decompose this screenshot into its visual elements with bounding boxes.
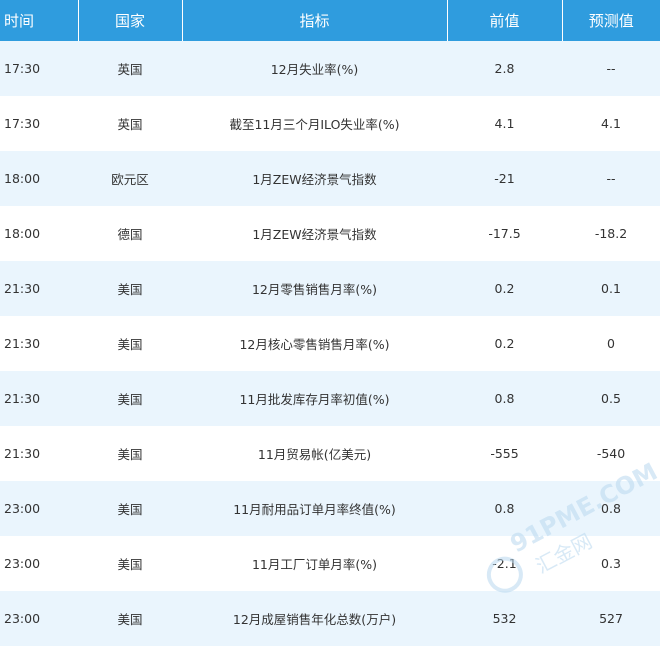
cell-country: 美国 (78, 261, 182, 316)
cell-time: 21:30 (0, 261, 78, 316)
table-row: 23:00 美国 12月成屋销售年化总数(万户) 532 527 (0, 591, 660, 646)
cell-country: 美国 (78, 316, 182, 371)
cell-time: 17:30 (0, 96, 78, 151)
cell-country: 美国 (78, 481, 182, 536)
cell-country: 英国 (78, 96, 182, 151)
cell-country: 英国 (78, 41, 182, 96)
cell-time: 23:00 (0, 591, 78, 646)
cell-indicator: 11月耐用品订单月率终值(%) (182, 481, 447, 536)
cell-time: 18:00 (0, 206, 78, 261)
header-previous: 前值 (447, 0, 563, 41)
cell-time: 17:30 (0, 41, 78, 96)
cell-forecast: -540 (562, 426, 660, 481)
cell-time: 21:30 (0, 371, 78, 426)
cell-previous: -555 (447, 426, 562, 481)
cell-indicator: 12月成屋销售年化总数(万户) (182, 591, 447, 646)
cell-previous: 2.8 (447, 41, 562, 96)
cell-forecast: 0.5 (562, 371, 660, 426)
cell-country: 美国 (78, 426, 182, 481)
cell-time: 21:30 (0, 426, 78, 481)
cell-indicator: 截至11月三个月ILO失业率(%) (182, 96, 447, 151)
header-country: 国家 (78, 0, 183, 41)
cell-previous: 0.8 (447, 481, 562, 536)
cell-forecast: -- (562, 151, 660, 206)
table-body: 17:30 英国 12月失业率(%) 2.8 -- 17:30 英国 截至11月三个月ILO失… (0, 41, 660, 646)
cell-indicator: 12月零售销售月率(%) (182, 261, 447, 316)
cell-country: 美国 (78, 591, 182, 646)
cell-indicator: 12月核心零售销售月率(%) (182, 316, 447, 371)
cell-forecast: -- (562, 41, 660, 96)
cell-indicator: 11月贸易帐(亿美元) (182, 426, 447, 481)
cell-time: 23:00 (0, 481, 78, 536)
cell-previous: 0.8 (447, 371, 562, 426)
cell-previous: -21 (447, 151, 562, 206)
cell-forecast: 0.1 (562, 261, 660, 316)
table-row: 21:30 美国 12月核心零售销售月率(%) 0.2 0 (0, 316, 660, 371)
cell-indicator: 1月ZEW经济景气指数 (182, 151, 447, 206)
header-time: 时间 (0, 0, 79, 41)
table-row: 21:30 美国 12月零售销售月率(%) 0.2 0.1 (0, 261, 660, 316)
cell-indicator: 1月ZEW经济景气指数 (182, 206, 447, 261)
cell-country: 美国 (78, 536, 182, 591)
cell-forecast: 0 (562, 316, 660, 371)
table-row: 17:30 英国 截至11月三个月ILO失业率(%) 4.1 4.1 (0, 96, 660, 151)
cell-indicator: 12月失业率(%) (182, 41, 447, 96)
cell-forecast: 0.3 (562, 536, 660, 591)
table-row: 23:00 美国 11月工厂订单月率(%) -2.1 0.3 (0, 536, 660, 591)
header-forecast: 预测值 (562, 0, 660, 41)
cell-country: 欧元区 (78, 151, 182, 206)
cell-forecast: 0.8 (562, 481, 660, 536)
cell-forecast: -18.2 (562, 206, 660, 261)
cell-previous: 4.1 (447, 96, 562, 151)
economic-calendar-table: 时间 国家 指标 前值 预测值 17:30 英国 12月失业率(%) 2.8 -- 17:… (0, 0, 660, 646)
cell-country: 美国 (78, 371, 182, 426)
cell-time: 18:00 (0, 151, 78, 206)
cell-indicator: 11月批发库存月率初值(%) (182, 371, 447, 426)
cell-country: 德国 (78, 206, 182, 261)
cell-previous: 0.2 (447, 261, 562, 316)
table-row: 18:00 欧元区 1月ZEW经济景气指数 -21 -- (0, 151, 660, 206)
cell-previous: 532 (447, 591, 562, 646)
cell-indicator: 11月工厂订单月率(%) (182, 536, 447, 591)
cell-previous: 0.2 (447, 316, 562, 371)
cell-forecast: 4.1 (562, 96, 660, 151)
cell-time: 21:30 (0, 316, 78, 371)
cell-previous: -2.1 (447, 536, 562, 591)
header-indicator: 指标 (182, 0, 448, 41)
table-row: 23:00 美国 11月耐用品订单月率终值(%) 0.8 0.8 (0, 481, 660, 536)
cell-previous: -17.5 (447, 206, 562, 261)
table-row: 18:00 德国 1月ZEW经济景气指数 -17.5 -18.2 (0, 206, 660, 261)
table-row: 21:30 美国 11月批发库存月率初值(%) 0.8 0.5 (0, 371, 660, 426)
table-row: 21:30 美国 11月贸易帐(亿美元) -555 -540 (0, 426, 660, 481)
table-header: 时间 国家 指标 前值 预测值 (0, 0, 660, 41)
table-row: 17:30 英国 12月失业率(%) 2.8 -- (0, 41, 660, 96)
header-row: 时间 国家 指标 前值 预测值 (0, 0, 660, 41)
cell-forecast: 527 (562, 591, 660, 646)
cell-time: 23:00 (0, 536, 78, 591)
